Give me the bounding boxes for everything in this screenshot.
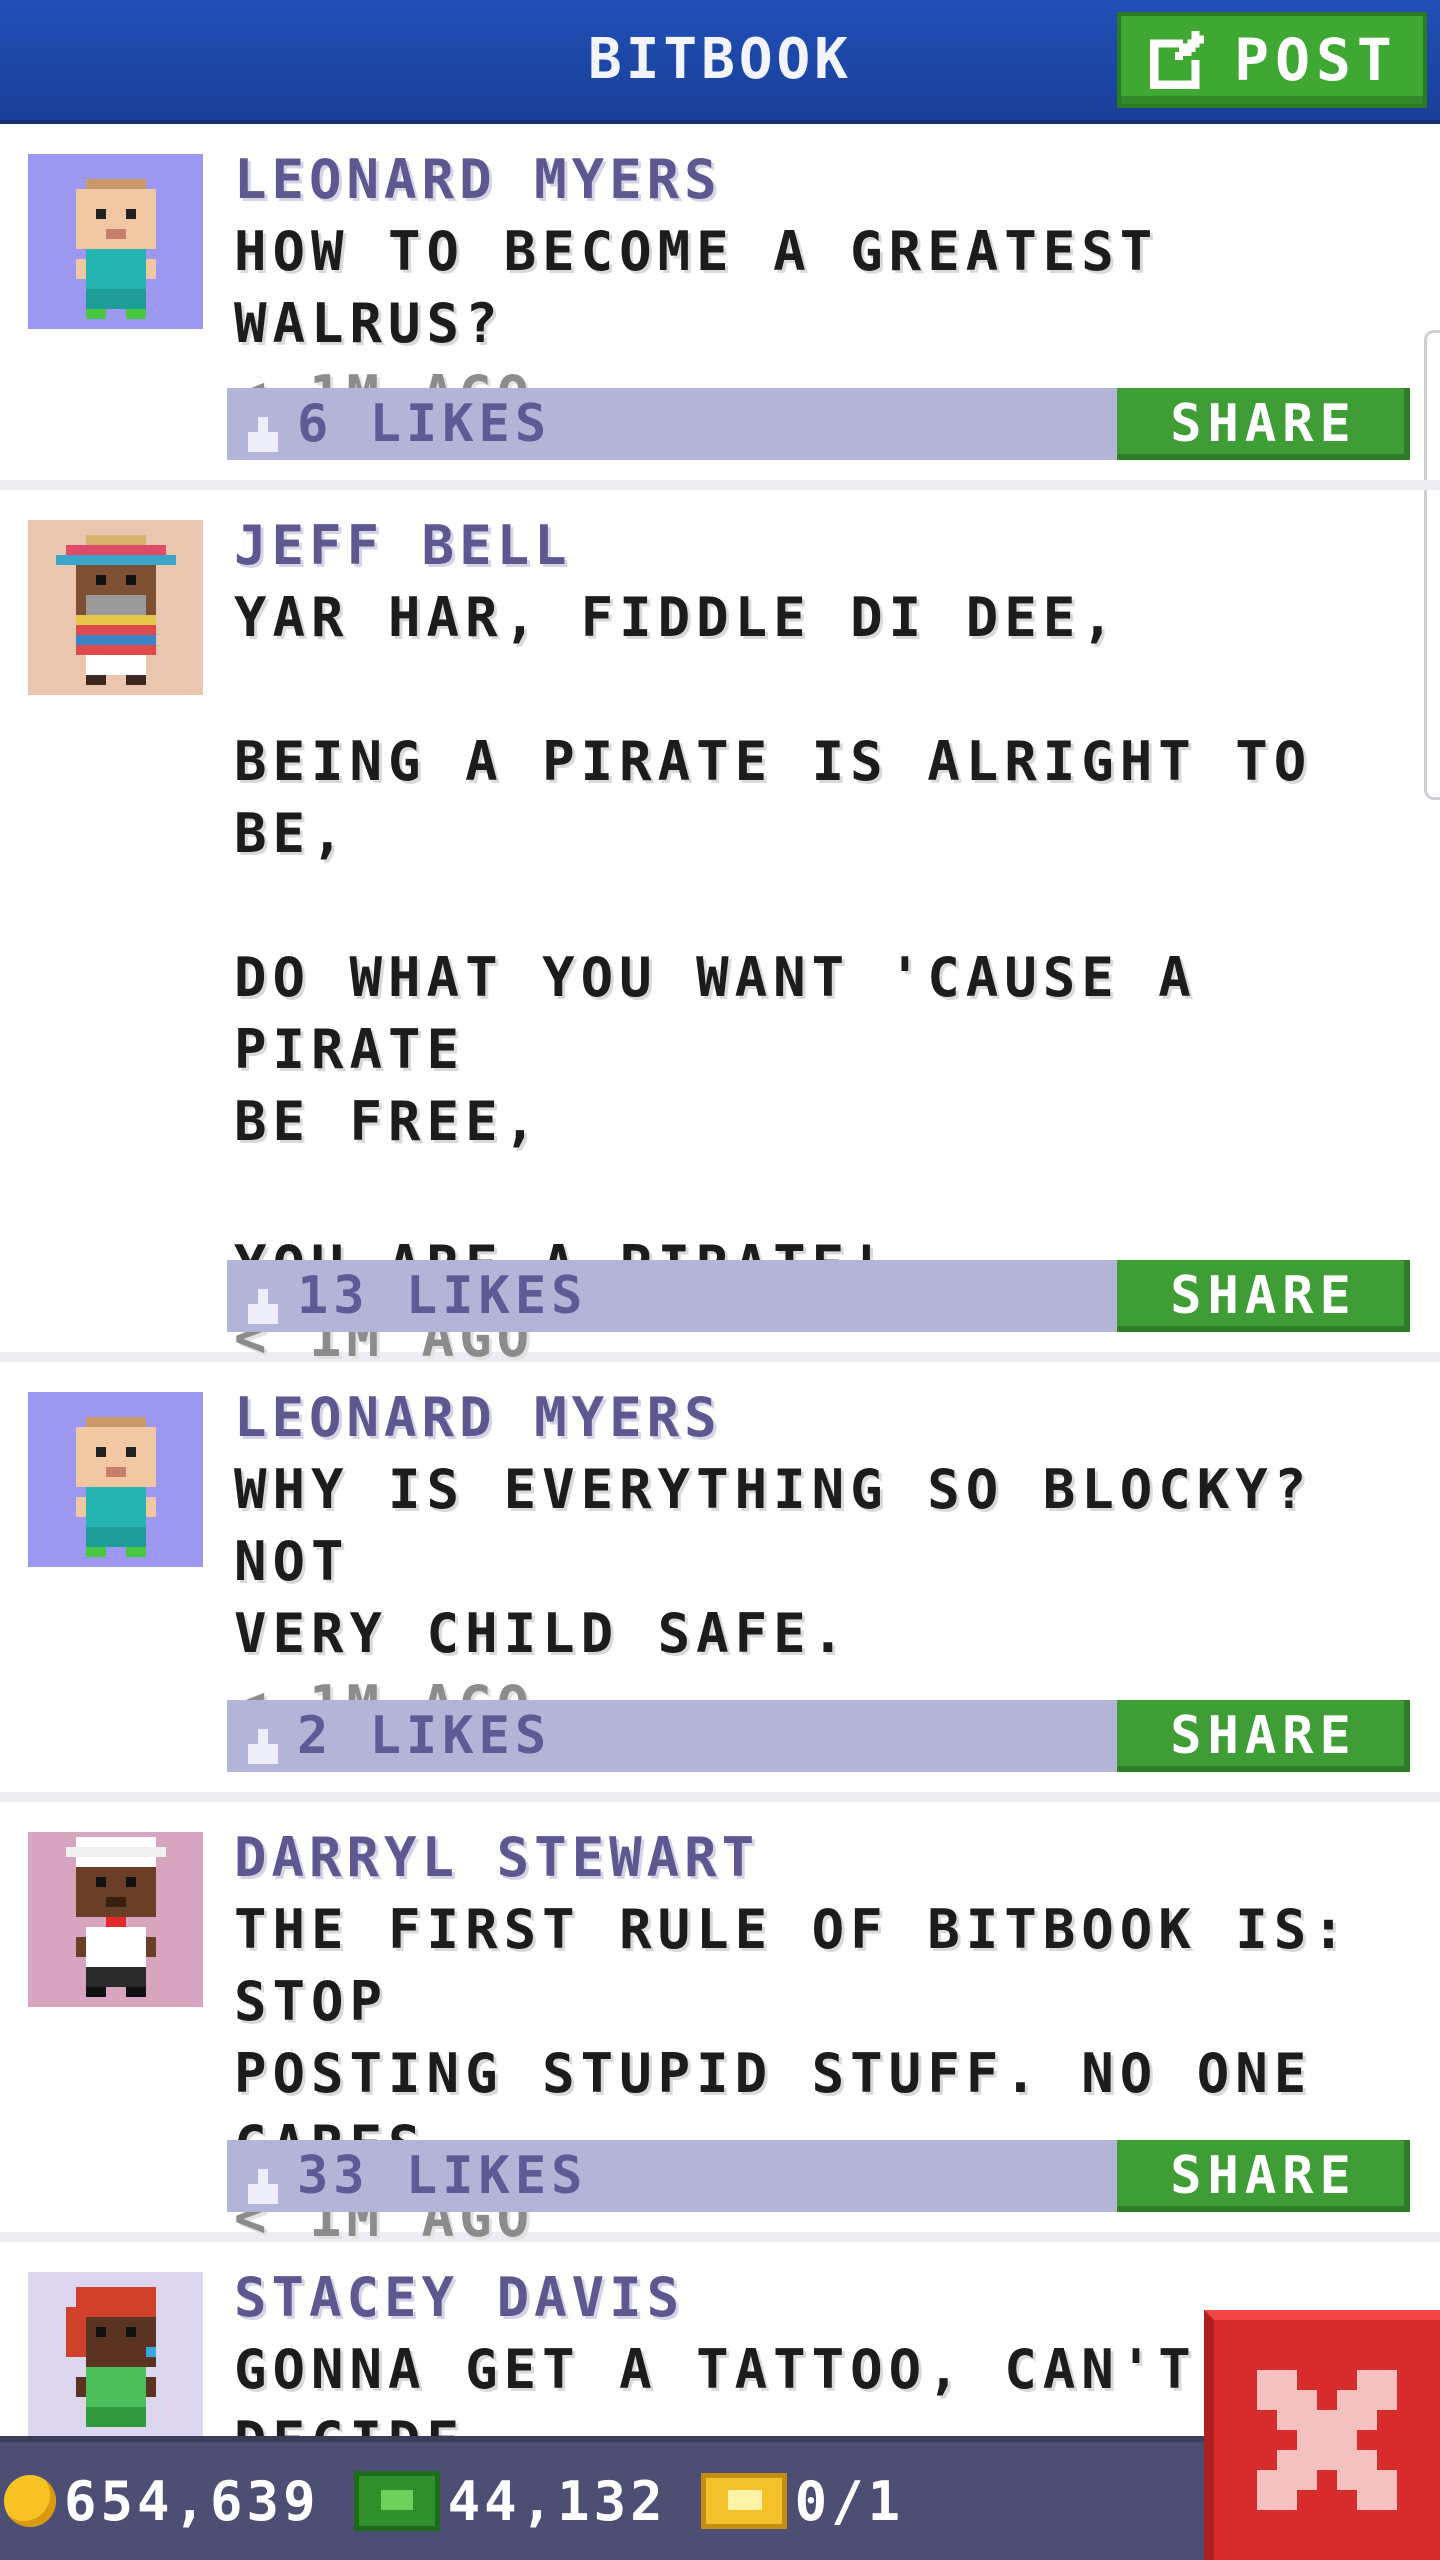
post-action-bar: 13 LIKES SHARE [227,1260,1410,1332]
like-button[interactable]: 33 LIKES [243,2140,587,2212]
post-message: WHY IS EVERYTHING SO BLOCKY? NOT VERY CH… [234,1458,1313,1665]
post-button-label: POST [1234,26,1398,94]
avatar[interactable] [28,1832,203,2007]
app-header: BITBOOK POST [0,0,1440,124]
avatar[interactable] [28,2272,203,2447]
coin-icon [4,2475,56,2527]
like-icon [243,404,283,452]
post-message: THE FIRST RULE OF BITBOOK IS: STOP POSTI… [234,1898,1351,2177]
post-author[interactable]: LEONARD MYERS [234,144,1422,216]
close-icon [1257,2370,1397,2510]
feed-post: LEONARD MYERS HOW TO BECOME A GREATEST W… [0,124,1440,490]
share-button[interactable]: SHARE [1117,388,1410,460]
close-button[interactable] [1204,2310,1440,2560]
coin-count: 654,639 [64,2469,320,2533]
like-icon [243,1276,283,1324]
share-button[interactable]: SHARE [1117,1260,1410,1332]
post-feed: LEONARD MYERS HOW TO BECOME A GREATEST W… [0,124,1440,2545]
share-button[interactable]: SHARE [1117,1700,1410,1772]
like-button[interactable]: 2 LIKES [243,1700,551,1772]
post-message: YAR HAR, FIDDLE DI DEE, BEING A PIRATE I… [234,586,1313,1297]
feed-post: LEONARD MYERS WHY IS EVERYTHING SO BLOCK… [0,1362,1440,1802]
avatar[interactable] [28,520,203,695]
post-action-bar: 33 LIKES SHARE [227,2140,1410,2212]
avatar[interactable] [28,154,203,329]
edit-icon [1146,27,1212,93]
cash-counter: 44,132 [353,2469,667,2533]
like-button[interactable]: 13 LIKES [243,1260,587,1332]
post-action-bar: 6 LIKES SHARE [227,388,1410,460]
ticket-icon [700,2473,787,2529]
like-count: 2 LIKES [297,1706,552,1766]
post-action-bar: 2 LIKES SHARE [227,1700,1410,1772]
like-button[interactable]: 6 LIKES [243,388,551,460]
feed-post: JEFF BELL YAR HAR, FIDDLE DI DEE, BEING … [0,490,1440,1369]
post-message: HOW TO BECOME A GREATEST WALRUS? [234,220,1197,355]
cash-icon [353,2471,440,2531]
share-button[interactable]: SHARE [1117,2140,1410,2212]
like-icon [243,1716,283,1764]
coin-counter: 654,639 [4,2470,320,2533]
feed-post: DARRYL STEWART THE FIRST RULE OF BITBOOK… [0,1802,1440,2249]
like-icon [243,2156,283,2204]
ticket-count: 0/1 [794,2469,905,2533]
like-count: 6 LIKES [297,394,552,454]
post-author[interactable]: JEFF BELL [234,510,1422,582]
ticket-counter: 0/1 [700,2469,905,2533]
post-author[interactable]: DARRYL STEWART [234,1822,1422,1894]
like-count: 13 LIKES [297,1266,588,1326]
post-body: LEONARD MYERS WHY IS EVERYTHING SO BLOCK… [234,1382,1422,1742]
post-author[interactable]: LEONARD MYERS [234,1382,1422,1454]
avatar[interactable] [28,1392,203,1567]
like-count: 33 LIKES [297,2146,588,2206]
cash-count: 44,132 [447,2469,667,2533]
post-body: JEFF BELL YAR HAR, FIDDLE DI DEE, BEING … [234,510,1422,1374]
post-button[interactable]: POST [1117,12,1427,108]
